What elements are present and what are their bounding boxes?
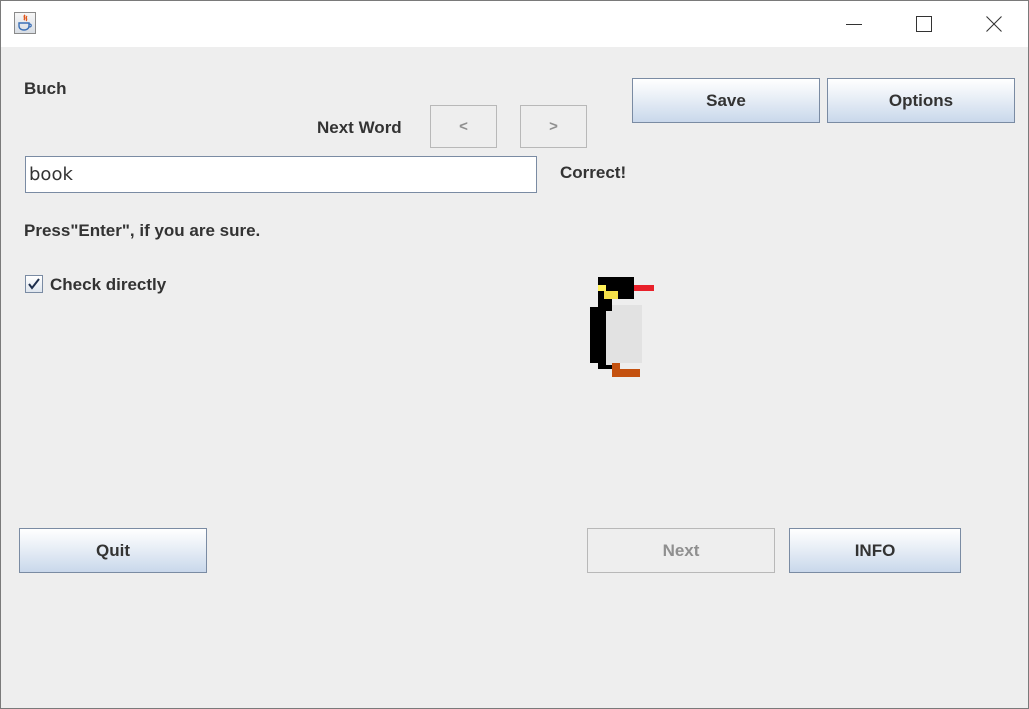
maximize-icon <box>916 16 932 32</box>
next-word-label: Next Word <box>317 118 402 137</box>
app-window: Buch Next Word < > Save Options book Cor… <box>0 0 1029 709</box>
feedback-label: Correct! <box>560 163 627 182</box>
next-word-button[interactable]: > <box>520 105 587 148</box>
options-button[interactable]: Options <box>827 78 1015 123</box>
quit-button[interactable]: Quit <box>19 528 207 573</box>
check-directly-checkbox[interactable] <box>25 275 43 293</box>
close-icon <box>986 16 1002 32</box>
checkmark-icon <box>28 278 40 290</box>
save-button[interactable]: Save <box>632 78 820 123</box>
word-label: Buch <box>24 79 67 98</box>
title-bar <box>1 1 1028 47</box>
close-button[interactable] <box>959 1 1029 47</box>
minimize-icon <box>846 24 862 25</box>
minimize-button[interactable] <box>819 1 889 47</box>
maximize-button[interactable] <box>889 1 959 47</box>
next-button[interactable]: Next <box>587 528 775 573</box>
check-directly-label: Check directly <box>50 275 167 294</box>
java-coffee-cup-icon[interactable] <box>14 12 36 34</box>
answer-input[interactable]: book <box>25 156 537 193</box>
hint-label: Press"Enter", if you are sure. <box>24 221 261 240</box>
previous-word-button[interactable]: < <box>430 105 497 148</box>
penguin-image <box>590 277 654 377</box>
info-button[interactable]: INFO <box>789 528 961 573</box>
